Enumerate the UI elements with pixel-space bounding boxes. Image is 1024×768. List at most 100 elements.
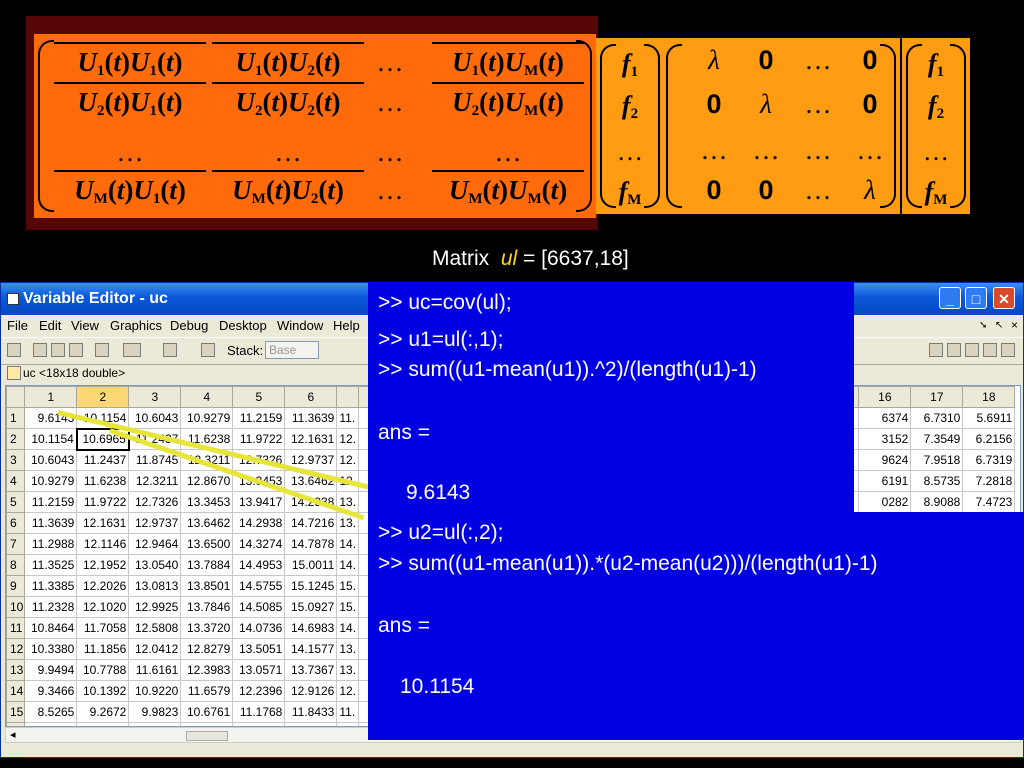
table-cell[interactable]: 11.7058 (76, 617, 130, 639)
table-cell[interactable]: 12.9126 (284, 680, 338, 702)
table-cell[interactable]: 14.5755 (232, 575, 286, 597)
menu-debug[interactable]: Debug (170, 318, 208, 333)
row-header[interactable]: 5 (6, 491, 26, 513)
table-cell[interactable]: 11.3525 (24, 554, 78, 576)
table-cell[interactable]: 12.1631 (76, 512, 130, 534)
split-vertical-icon[interactable] (947, 343, 961, 357)
table-cell[interactable]: 13. (336, 638, 360, 660)
table-cell[interactable]: 9.9823 (128, 701, 182, 723)
table-cell[interactable]: 8.5265 (24, 701, 78, 723)
column-header[interactable] (336, 386, 360, 408)
close-pane-icon[interactable]: × (1011, 318, 1018, 332)
table-cell[interactable]: 11.2437 (76, 449, 130, 471)
table-cell[interactable]: 12.1020 (76, 596, 130, 618)
row-header[interactable]: 12 (6, 638, 26, 660)
menu-help[interactable]: Help (333, 318, 360, 333)
table-cell[interactable]: 12.2396 (232, 680, 286, 702)
print-icon[interactable] (95, 343, 109, 357)
row-header[interactable]: 15 (6, 701, 26, 723)
column-header[interactable]: 17 (910, 386, 964, 408)
row-header[interactable]: 8 (6, 554, 26, 576)
table-cell[interactable]: 11.8433 (284, 701, 338, 723)
menu-view[interactable]: View (71, 318, 99, 333)
table-cell[interactable]: 11.2159 (232, 407, 286, 429)
row-header[interactable]: 7 (6, 533, 26, 555)
table-cell[interactable]: 13.0571 (232, 659, 286, 681)
table-cell[interactable]: 12. (336, 680, 360, 702)
table-cell[interactable]: 11.3639 (24, 512, 78, 534)
table-cell[interactable]: 13.5051 (232, 638, 286, 660)
table-cell[interactable]: 13.7884 (180, 554, 234, 576)
table-cell[interactable]: 5.6911 (962, 407, 1016, 429)
table-cell[interactable]: 15.1245 (284, 575, 338, 597)
table-cell[interactable]: 13.6462 (180, 512, 234, 534)
table-cell[interactable]: 10.6043 (128, 407, 182, 429)
table-cell[interactable]: 8.9088 (910, 491, 964, 513)
table-cell[interactable]: 11. (336, 407, 360, 429)
table-cell[interactable]: 11. (336, 701, 360, 723)
brush-icon[interactable] (163, 343, 177, 357)
table-cell[interactable]: 11.3385 (24, 575, 78, 597)
table-cell[interactable]: 7.9518 (910, 449, 964, 471)
table-cell[interactable]: 12.3211 (128, 470, 182, 492)
table-cell[interactable]: 10.9220 (128, 680, 182, 702)
table-cell[interactable]: 14.7878 (284, 533, 338, 555)
table-cell[interactable]: 14. (336, 617, 360, 639)
table-cell[interactable]: 15. (336, 596, 360, 618)
table-cell[interactable]: 9.3466 (24, 680, 78, 702)
table-cell[interactable]: 11.2328 (24, 596, 78, 618)
paste-icon[interactable] (69, 343, 83, 357)
import-icon[interactable] (7, 343, 21, 357)
row-header[interactable]: 11 (6, 617, 26, 639)
column-header[interactable]: 3 (128, 386, 182, 408)
table-cell[interactable]: 13.9417 (232, 491, 286, 513)
table-cell[interactable]: 10.9279 (180, 407, 234, 429)
table-cell[interactable]: 12.5808 (128, 617, 182, 639)
column-header[interactable]: 1 (24, 386, 78, 408)
copy-icon[interactable] (51, 343, 65, 357)
delete-icon[interactable] (201, 343, 215, 357)
table-cell[interactable]: 11.2988 (24, 533, 78, 555)
table-cell[interactable]: 14.3274 (232, 533, 286, 555)
column-header[interactable]: 6 (284, 386, 338, 408)
row-header[interactable]: 13 (6, 659, 26, 681)
table-cell[interactable]: 11.6579 (180, 680, 234, 702)
table-cell[interactable]: 12. (336, 428, 360, 450)
table-cell[interactable]: 10.9279 (24, 470, 78, 492)
table-cell[interactable]: 8.5735 (910, 470, 964, 492)
row-header[interactable]: 4 (6, 470, 26, 492)
table-cell[interactable]: 10.7788 (76, 659, 130, 681)
table-cell[interactable]: 12.3983 (180, 659, 234, 681)
table-cell[interactable]: 10.8464 (24, 617, 78, 639)
table-cell[interactable]: 11.6238 (76, 470, 130, 492)
tile-icon[interactable] (929, 343, 943, 357)
table-cell[interactable]: 11.9722 (76, 491, 130, 513)
table-cell[interactable]: 12.9464 (128, 533, 182, 555)
table-cell[interactable]: 13.0813 (128, 575, 182, 597)
table-cell[interactable]: 14.5085 (232, 596, 286, 618)
menu-graphics[interactable]: Graphics (110, 318, 162, 333)
table-cell[interactable]: 10.1392 (76, 680, 130, 702)
table-cell[interactable]: 7.3549 (910, 428, 964, 450)
table-cell[interactable]: 10.1154 (24, 428, 78, 450)
scroll-thumb[interactable] (186, 731, 228, 741)
table-cell[interactable]: 12.1146 (76, 533, 130, 555)
minimize-button[interactable]: _ (939, 287, 961, 309)
table-cell[interactable]: 13.6500 (180, 533, 234, 555)
scroll-left-icon[interactable]: ◂ (10, 728, 16, 741)
dock-arrow-icon[interactable]: ➘ (979, 320, 987, 331)
table-cell[interactable]: 12.9737 (128, 512, 182, 534)
float-icon[interactable] (983, 343, 997, 357)
table-cell[interactable]: 12.8670 (180, 470, 234, 492)
table-cell[interactable]: 15.0927 (284, 596, 338, 618)
split-horizontal-icon[interactable] (965, 343, 979, 357)
row-header[interactable]: 6 (6, 512, 26, 534)
table-cell[interactable]: 13. (336, 659, 360, 681)
table-cell[interactable]: 14.6983 (284, 617, 338, 639)
column-header[interactable]: 5 (232, 386, 286, 408)
column-header[interactable]: 18 (962, 386, 1016, 408)
table-cell[interactable]: 13.3453 (180, 491, 234, 513)
table-cell[interactable]: 13.7846 (180, 596, 234, 618)
row-header[interactable]: 10 (6, 596, 26, 618)
table-cell[interactable]: 14.7216 (284, 512, 338, 534)
